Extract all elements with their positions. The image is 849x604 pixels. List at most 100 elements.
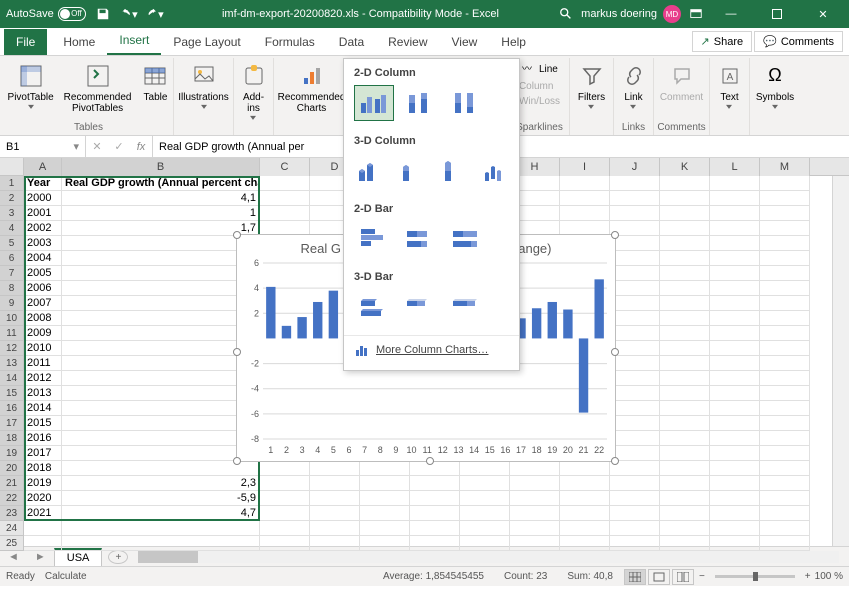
3d-100-stacked-column-option[interactable] bbox=[438, 153, 474, 189]
cell-B22[interactable]: -5,9 bbox=[62, 491, 260, 506]
recommended-pivottables-button[interactable]: Recommended PivotTables bbox=[60, 60, 136, 116]
row-header-11[interactable]: 11 bbox=[0, 326, 23, 341]
row-header-6[interactable]: 6 bbox=[0, 251, 23, 266]
clustered-column-option[interactable] bbox=[354, 85, 394, 121]
zoom-in-button[interactable]: + bbox=[805, 571, 811, 582]
normal-view-button[interactable] bbox=[624, 569, 646, 585]
row-header-14[interactable]: 14 bbox=[0, 371, 23, 386]
cell-B5[interactable]: 2,9 bbox=[62, 236, 260, 251]
100-stacked-column-option[interactable] bbox=[446, 85, 486, 121]
cell-A18[interactable]: 2016 bbox=[24, 431, 62, 446]
cell-A17[interactable]: 2015 bbox=[24, 416, 62, 431]
3d-100-stacked-bar-option[interactable] bbox=[446, 289, 486, 325]
tab-view[interactable]: View bbox=[440, 29, 490, 55]
3d-column-option[interactable] bbox=[480, 153, 516, 189]
cell-B14[interactable] bbox=[62, 371, 260, 386]
cell-A10[interactable]: 2008 bbox=[24, 311, 62, 326]
cell-B3[interactable]: 1 bbox=[62, 206, 260, 221]
cell-A25[interactable] bbox=[24, 536, 62, 551]
clustered-bar-option[interactable] bbox=[354, 221, 394, 257]
search-icon[interactable] bbox=[557, 5, 575, 23]
column-header-I[interactable]: I bbox=[560, 158, 610, 176]
column-header-A[interactable]: A bbox=[24, 158, 62, 176]
tab-review[interactable]: Review bbox=[376, 29, 439, 55]
cell-B18[interactable] bbox=[62, 431, 260, 446]
cell-A23[interactable]: 2021 bbox=[24, 506, 62, 521]
vertical-scrollbar[interactable] bbox=[832, 176, 849, 546]
cell-B17[interactable] bbox=[62, 416, 260, 431]
avatar[interactable]: MD bbox=[663, 5, 681, 23]
page-break-view-button[interactable] bbox=[672, 569, 694, 585]
cell-A4[interactable]: 2002 bbox=[24, 221, 62, 236]
enter-icon[interactable]: ✓ bbox=[108, 140, 130, 153]
row-header-5[interactable]: 5 bbox=[0, 236, 23, 251]
cell-B9[interactable] bbox=[62, 296, 260, 311]
redo-icon[interactable]: ▾ bbox=[146, 5, 164, 23]
cell-B15[interactable] bbox=[62, 386, 260, 401]
cell-B24[interactable] bbox=[62, 521, 260, 536]
cell-A21[interactable]: 2019 bbox=[24, 476, 62, 491]
row-header-24[interactable]: 24 bbox=[0, 521, 23, 536]
comments-button[interactable]: 💬Comments bbox=[754, 31, 843, 52]
cell-A2[interactable]: 2000 bbox=[24, 191, 62, 206]
tab-data[interactable]: Data bbox=[327, 29, 376, 55]
row-header-7[interactable]: 7 bbox=[0, 266, 23, 281]
row-header-23[interactable]: 23 bbox=[0, 506, 23, 521]
autosave-toggle[interactable]: AutoSave Off bbox=[6, 7, 86, 21]
row-header-2[interactable]: 2 bbox=[0, 191, 23, 206]
cell-A7[interactable]: 2005 bbox=[24, 266, 62, 281]
row-header-17[interactable]: 17 bbox=[0, 416, 23, 431]
cell-A22[interactable]: 2020 bbox=[24, 491, 62, 506]
column-header-J[interactable]: J bbox=[610, 158, 660, 176]
horizontal-scrollbar[interactable] bbox=[138, 551, 839, 563]
cell-A15[interactable]: 2013 bbox=[24, 386, 62, 401]
cell-A6[interactable]: 2004 bbox=[24, 251, 62, 266]
cell-B1[interactable]: Real GDP growth (Annual percent change bbox=[62, 176, 260, 191]
zoom-level[interactable]: 100 % bbox=[815, 571, 843, 582]
recommended-charts-button[interactable]: Recommended Charts bbox=[274, 60, 350, 116]
cancel-icon[interactable]: ✕ bbox=[86, 140, 108, 153]
cell-B2[interactable]: 4,1 bbox=[62, 191, 260, 206]
cell-A12[interactable]: 2010 bbox=[24, 341, 62, 356]
column-header-L[interactable]: L bbox=[710, 158, 760, 176]
3d-clustered-column-option[interactable] bbox=[354, 153, 390, 189]
tab-home[interactable]: Home bbox=[51, 29, 107, 55]
row-header-18[interactable]: 18 bbox=[0, 431, 23, 446]
tab-help[interactable]: Help bbox=[489, 29, 538, 55]
cell-B6[interactable] bbox=[62, 251, 260, 266]
tab-file[interactable]: File bbox=[4, 29, 47, 55]
sparkline-column-button[interactable]: Column bbox=[517, 80, 555, 93]
page-layout-view-button[interactable] bbox=[648, 569, 670, 585]
cell-B10[interactable] bbox=[62, 311, 260, 326]
cell-A20[interactable]: 2018 bbox=[24, 461, 62, 476]
column-header-M[interactable]: M bbox=[760, 158, 810, 176]
stacked-column-option[interactable] bbox=[400, 85, 440, 121]
sparkline-winloss-button[interactable]: Win/Loss bbox=[517, 95, 562, 108]
add-sheet-button[interactable]: + bbox=[108, 550, 128, 564]
cell-B8[interactable] bbox=[62, 281, 260, 296]
cell-A16[interactable]: 2014 bbox=[24, 401, 62, 416]
column-header-B[interactable]: B bbox=[62, 158, 260, 176]
cell-B25[interactable] bbox=[62, 536, 260, 551]
filters-button[interactable]: Filters▾ bbox=[574, 60, 610, 114]
addins-button[interactable]: Add- ins▾ bbox=[236, 60, 272, 125]
cell-B4[interactable]: 1,7 bbox=[62, 221, 260, 236]
sheet-nav-next[interactable]: ► bbox=[27, 551, 54, 563]
table-button[interactable]: Table bbox=[137, 60, 173, 105]
row-header-21[interactable]: 21 bbox=[0, 476, 23, 491]
stacked-bar-option[interactable] bbox=[400, 221, 440, 257]
row-header-19[interactable]: 19 bbox=[0, 446, 23, 461]
illustrations-button[interactable]: Illustrations▾ bbox=[174, 60, 233, 114]
row-header-4[interactable]: 4 bbox=[0, 221, 23, 236]
cell-A9[interactable]: 2007 bbox=[24, 296, 62, 311]
cell-A5[interactable]: 2003 bbox=[24, 236, 62, 251]
3d-stacked-column-option[interactable] bbox=[396, 153, 432, 189]
zoom-out-button[interactable]: − bbox=[699, 571, 705, 582]
ribbon-display-icon[interactable] bbox=[687, 5, 705, 23]
link-button[interactable]: Link▾ bbox=[616, 60, 652, 114]
cell-A13[interactable]: 2011 bbox=[24, 356, 62, 371]
row-header-16[interactable]: 16 bbox=[0, 401, 23, 416]
sheet-nav-prev[interactable]: ◄ bbox=[0, 551, 27, 563]
row-header-10[interactable]: 10 bbox=[0, 311, 23, 326]
row-header-9[interactable]: 9 bbox=[0, 296, 23, 311]
